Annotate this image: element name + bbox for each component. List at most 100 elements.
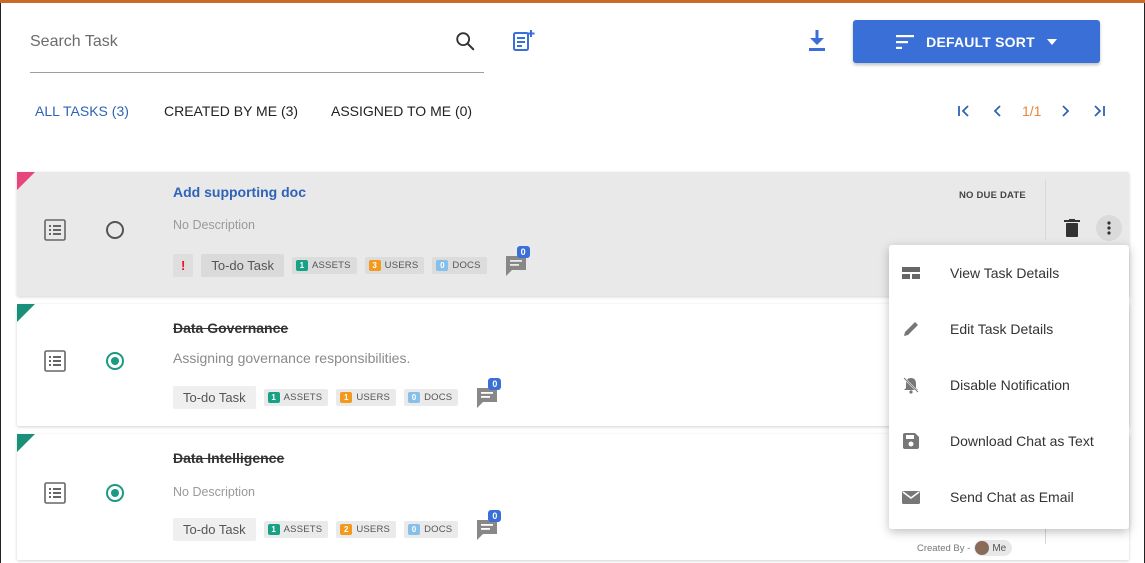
menu-item-label: Edit Task Details: [950, 321, 1054, 337]
users-count: 3: [368, 260, 381, 271]
task-description: No Description: [173, 485, 255, 499]
docs-label: DOCS: [424, 524, 453, 535]
menu-item-download-chat-as-text[interactable]: Download Chat as Text: [889, 413, 1129, 469]
sort-button-label: DEFAULT SORT: [926, 33, 1035, 50]
task-list-icon: [44, 350, 66, 372]
task-title[interactable]: Data Intelligence: [173, 450, 284, 466]
assets-label: ASSETS: [311, 260, 351, 271]
task-description: No Description: [173, 218, 255, 232]
menu-item-label: Download Chat as Text: [950, 433, 1094, 449]
add-task-icon[interactable]: [511, 29, 535, 53]
task-list-icon: [44, 219, 66, 241]
assets-count: 1: [267, 392, 280, 403]
trash-icon[interactable]: [1064, 219, 1080, 237]
comment-icon: [477, 519, 498, 540]
default-sort-button[interactable]: DEFAULT SORT: [853, 20, 1100, 63]
docs-count: 0: [436, 260, 449, 271]
creator-name: Me: [992, 542, 1007, 554]
users-count: 1: [340, 392, 353, 403]
users-count-chip[interactable]: 1 USERS: [336, 389, 397, 406]
task-tags: ! To-do Task 1 ASSETS 3 USERS 0 DOCS 0: [173, 245, 531, 277]
next-page-icon[interactable]: [1053, 100, 1077, 122]
task-title[interactable]: Add supporting doc: [173, 184, 306, 200]
users-label: USERS: [384, 260, 419, 271]
tab-all-tasks[interactable]: ALL TASKS (3): [35, 103, 129, 119]
menu-item-label: Disable Notification: [950, 377, 1070, 393]
page-indicator: 1/1: [1022, 103, 1042, 119]
menu-item-label: Send Chat as Email: [950, 489, 1074, 505]
task-type-chip: To-do Task: [173, 386, 256, 409]
menu-item-label: View Task Details: [950, 265, 1060, 281]
menu-item-disable-notification[interactable]: Disable Notification: [889, 357, 1129, 413]
comment-count-badge: 0: [488, 509, 502, 522]
assets-count: 1: [295, 260, 308, 271]
bell-off-icon: [903, 377, 919, 394]
comment-count-badge: 0: [488, 377, 502, 390]
task-description: Assigning governance responsibilities.: [173, 350, 411, 366]
users-label: USERS: [356, 392, 391, 403]
view-list-icon: [902, 267, 920, 279]
assets-label: ASSETS: [283, 392, 323, 403]
comment-icon: [477, 387, 498, 408]
tab-assigned-to-me[interactable]: ASSIGNED TO ME (0): [331, 103, 472, 119]
users-count: 2: [340, 524, 353, 535]
top-accent-line: [0, 0, 1145, 3]
complete-task-radio[interactable]: [106, 484, 124, 502]
first-page-icon[interactable]: [952, 100, 976, 122]
docs-count-chip[interactable]: 0 DOCS: [432, 257, 487, 274]
sort-icon: [896, 34, 915, 49]
task-list-icon: [44, 482, 66, 504]
pencil-icon: [904, 322, 918, 336]
last-page-icon[interactable]: [1087, 100, 1111, 122]
comment-count-badge: 0: [516, 245, 530, 258]
search-icon[interactable]: [454, 30, 476, 52]
more-options-button[interactable]: [1096, 215, 1122, 241]
docs-label: DOCS: [424, 392, 453, 403]
comment-icon: [505, 255, 526, 276]
complete-task-radio[interactable]: [106, 352, 124, 370]
comments-button[interactable]: 0: [505, 245, 531, 277]
tab-created-by-me[interactable]: CREATED BY ME (3): [164, 103, 298, 119]
task-type-chip: To-do Task: [173, 518, 256, 541]
assets-count-chip[interactable]: 1 ASSETS: [291, 257, 357, 274]
docs-count-chip[interactable]: 0 DOCS: [404, 389, 459, 406]
mail-icon: [902, 491, 920, 504]
users-count-chip[interactable]: 3 USERS: [364, 257, 425, 274]
search-box: [30, 24, 484, 73]
priority-flag: !: [173, 254, 194, 277]
priority-corner: [17, 172, 35, 190]
assets-count-chip[interactable]: 1 ASSETS: [263, 389, 329, 406]
docs-count: 0: [408, 392, 421, 403]
task-type-chip: To-do Task: [201, 254, 284, 277]
created-by-label: Created By -: [917, 542, 971, 554]
menu-item-edit-task-details[interactable]: Edit Task Details: [889, 301, 1129, 357]
task-tags: To-do Task 1 ASSETS 1 USERS 0 DOCS 0: [173, 377, 502, 409]
assets-count: 1: [267, 524, 280, 535]
assets-label: ASSETS: [283, 524, 323, 535]
download-icon[interactable]: [806, 28, 828, 52]
complete-task-radio[interactable]: [106, 221, 124, 239]
creator-chip[interactable]: Me: [974, 540, 1013, 556]
avatar: [975, 541, 990, 555]
docs-count: 0: [408, 524, 421, 535]
comments-button[interactable]: 0: [476, 509, 502, 541]
priority-corner: [17, 304, 35, 322]
assets-count-chip[interactable]: 1 ASSETS: [263, 521, 329, 538]
caret-down-icon: [1046, 38, 1057, 45]
card-divider: [1045, 180, 1046, 240]
comments-button[interactable]: 0: [476, 377, 502, 409]
task-options-menu: View Task Details Edit Task Details Disa…: [889, 245, 1129, 529]
docs-label: DOCS: [452, 260, 481, 271]
search-input[interactable]: [30, 24, 450, 60]
due-date: NO DUE DATE: [959, 190, 1026, 201]
save-icon: [903, 433, 919, 449]
prev-page-icon[interactable]: [986, 100, 1010, 122]
task-tags: To-do Task 1 ASSETS 2 USERS 0 DOCS 0: [173, 509, 502, 541]
docs-count-chip[interactable]: 0 DOCS: [404, 521, 459, 538]
users-label: USERS: [356, 524, 391, 535]
menu-item-send-chat-as-email[interactable]: Send Chat as Email: [889, 469, 1129, 525]
priority-corner: [17, 434, 35, 452]
menu-item-view-task-details[interactable]: View Task Details: [889, 245, 1129, 301]
users-count-chip[interactable]: 2 USERS: [336, 521, 397, 538]
task-title[interactable]: Data Governance: [173, 320, 288, 336]
